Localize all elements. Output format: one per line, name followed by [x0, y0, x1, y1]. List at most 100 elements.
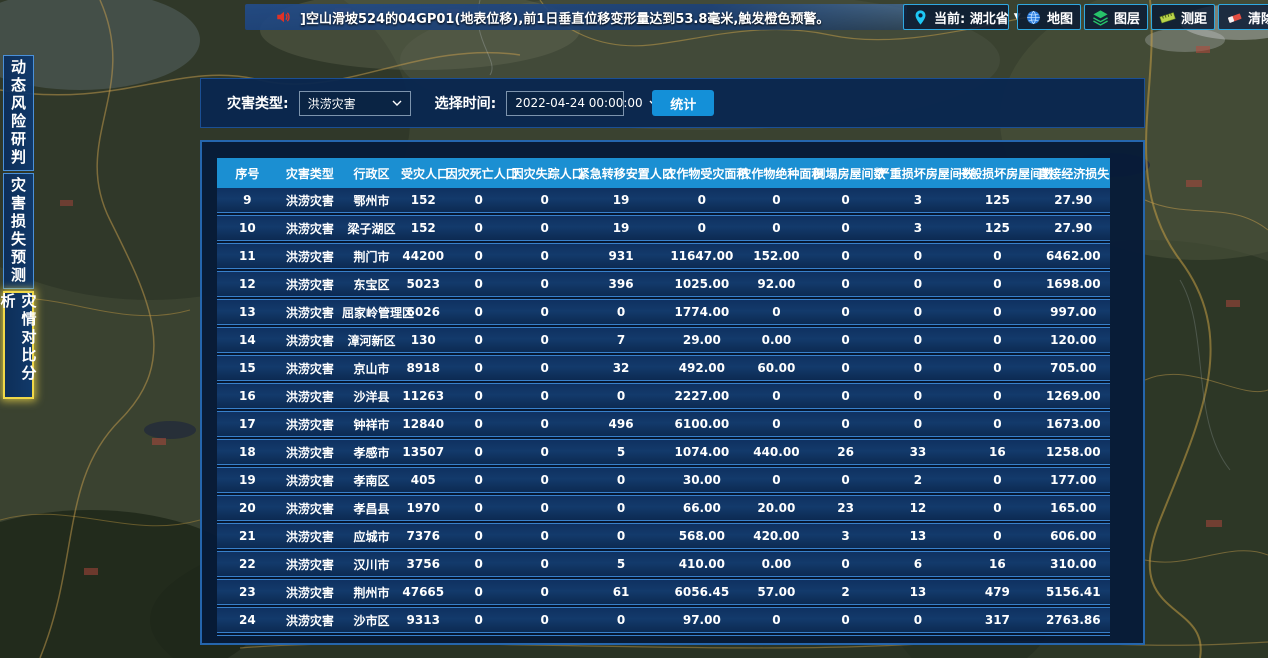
table-cell: 0	[446, 613, 512, 627]
sidebar-item-label: 灾情对比分析	[0, 293, 40, 397]
table-row[interactable]: 22洪涝灾害汉川市3756005410.000.000616310.00	[217, 552, 1110, 576]
table-cell: 洪涝灾害	[278, 276, 342, 293]
table-row[interactable]: 10洪涝灾害梁子湖区1520019000312527.90	[217, 216, 1110, 240]
table-cell: 2	[878, 473, 958, 487]
sidebar-item-comparison-analysis[interactable]: 灾情对比分析	[3, 291, 34, 399]
map-tool-buttons: 地图 图层	[1017, 4, 1268, 30]
region-dropdown[interactable]: 当前: 湖北省 ▼	[903, 4, 1009, 30]
table-cell: 0	[878, 613, 958, 627]
table-cell: 152	[401, 221, 446, 235]
table-cell: 57.00	[739, 585, 813, 599]
table-cell: 0	[813, 361, 877, 375]
table-cell: 3	[878, 221, 958, 235]
table-cell: 440.00	[739, 445, 813, 459]
table-row[interactable]: 20洪涝灾害孝昌县197000066.0020.0023120165.00	[217, 496, 1110, 520]
table-cell: 0	[578, 501, 665, 515]
table-cell: 13	[878, 585, 958, 599]
table-row[interactable]: 11洪涝灾害荆门市442000093111647.00152.000006462…	[217, 244, 1110, 268]
table-cell: 0.00	[739, 333, 813, 347]
table-cell: 0	[813, 473, 877, 487]
table-cell: 0	[446, 389, 512, 403]
ruler-icon	[1159, 9, 1176, 26]
table-cell: 0	[512, 249, 578, 263]
table-row[interactable]: 18洪涝灾害孝感市135070051074.00440.002633161258…	[217, 440, 1110, 464]
table-cell: 0	[958, 249, 1037, 263]
table-cell: 0	[878, 305, 958, 319]
table-cell: 23	[217, 585, 278, 599]
layers-button[interactable]: 图层	[1084, 4, 1148, 30]
clear-button-label: 清除	[1248, 8, 1268, 27]
table-cell: 孝感市	[342, 444, 401, 461]
table-cell: 6462.00	[1037, 249, 1110, 263]
table-cell: 9313	[401, 613, 446, 627]
time-select[interactable]: 2022-04-24 00:00:00	[506, 91, 624, 116]
table-row[interactable]: 17洪涝灾害钟祥市12840004966100.0000001673.00	[217, 412, 1110, 436]
table-row[interactable]: 9洪涝灾害鄂州市1520019000312527.90	[217, 188, 1110, 212]
table-cell: 47665	[401, 585, 446, 599]
table-cell: 0	[958, 305, 1037, 319]
disaster-type-select[interactable]: 洪涝灾害	[299, 91, 411, 116]
table-row[interactable]: 15洪涝灾害京山市89180032492.0060.00000705.00	[217, 356, 1110, 380]
table-cell: 0	[512, 277, 578, 291]
table-cell: 317	[958, 613, 1037, 627]
table-cell: 310.00	[1037, 557, 1110, 571]
table-cell: 13	[878, 529, 958, 543]
table-row[interactable]: 13洪涝灾害屈家岭管理区60260001774.000000997.00	[217, 300, 1110, 324]
table-row[interactable]: 23洪涝灾害荆州市4766500616056.4557.002134795156…	[217, 580, 1110, 604]
clear-button[interactable]: 清除	[1218, 4, 1268, 30]
table-cell: 洪涝灾害	[278, 220, 342, 237]
table-cell: 3	[878, 193, 958, 207]
table-cell: 0	[878, 417, 958, 431]
layers-button-label: 图层	[1114, 8, 1140, 27]
map-button[interactable]: 地图	[1017, 4, 1081, 30]
table-cell: 梁子湖区	[342, 220, 401, 237]
table-cell: 0	[739, 221, 813, 235]
table-cell: 0	[446, 473, 512, 487]
disaster-table: 序号灾害类型行政区受灾人口因灾死亡人口因灾失踪人口紧急转移安置人口农作物受灾面积…	[217, 158, 1110, 636]
table-cell: 92.00	[739, 277, 813, 291]
table-cell: 5	[578, 445, 665, 459]
table-cell: 7	[578, 333, 665, 347]
table-cell: 0	[958, 529, 1037, 543]
table-cell: 3	[813, 529, 877, 543]
table-cell: 26	[813, 445, 877, 459]
table-cell: 13	[217, 305, 278, 319]
sidebar-item-dynamic-risk[interactable]: 动态风险研判	[3, 55, 34, 171]
table-cell: 16	[958, 445, 1037, 459]
globe-icon	[1025, 9, 1042, 26]
table-cell: 7376	[401, 529, 446, 543]
statistics-button[interactable]: 统计	[652, 90, 714, 116]
map-toolbar: 当前: 湖北省 ▼ 地图	[903, 4, 1268, 30]
map-button-label: 地图	[1047, 8, 1073, 27]
table-row[interactable]: 12洪涝灾害东宝区5023003961025.0092.000001698.00	[217, 272, 1110, 296]
table-row[interactable]: 16洪涝灾害沙洋县112630002227.0000001269.00	[217, 384, 1110, 408]
table-cell: 0	[446, 501, 512, 515]
table-cell: 396	[578, 277, 665, 291]
table-cell: 0	[512, 333, 578, 347]
sidebar-item-loss-prediction[interactable]: 灾害损失预测	[3, 173, 34, 289]
table-body: 9洪涝灾害鄂州市1520019000312527.9010洪涝灾害梁子湖区152…	[217, 188, 1110, 636]
table-row[interactable]: 24洪涝灾害沙市区931300097.000003172763.86	[217, 608, 1110, 632]
measure-button[interactable]: 测距	[1151, 4, 1215, 30]
table-cell: 66.00	[664, 501, 739, 515]
table-cell: 0	[664, 221, 739, 235]
table-cell: 0	[512, 501, 578, 515]
table-cell: 0	[446, 557, 512, 571]
table-cell: 22	[217, 557, 278, 571]
table-row[interactable]: 21洪涝灾害应城市7376000568.00420.003130606.00	[217, 524, 1110, 548]
table-cell: 14	[217, 333, 278, 347]
table-cell: 0	[813, 333, 877, 347]
table-cell: 9	[217, 193, 278, 207]
column-header: 灾害类型	[278, 165, 342, 182]
table-cell: 0	[878, 361, 958, 375]
table-cell: 0	[578, 389, 665, 403]
table-cell: 0.00	[739, 557, 813, 571]
table-cell: 沙市区	[342, 612, 401, 629]
chevron-down-icon	[392, 100, 402, 107]
table-cell: 6	[878, 557, 958, 571]
table-cell: 0	[958, 277, 1037, 291]
table-row[interactable]: 14洪涝灾害漳河新区13000729.000.00000120.00	[217, 328, 1110, 352]
column-header: 受灾人口	[401, 165, 446, 182]
table-row[interactable]: 19洪涝灾害孝南区40500030.000020177.00	[217, 468, 1110, 492]
table-cell: 孝昌县	[342, 500, 401, 517]
